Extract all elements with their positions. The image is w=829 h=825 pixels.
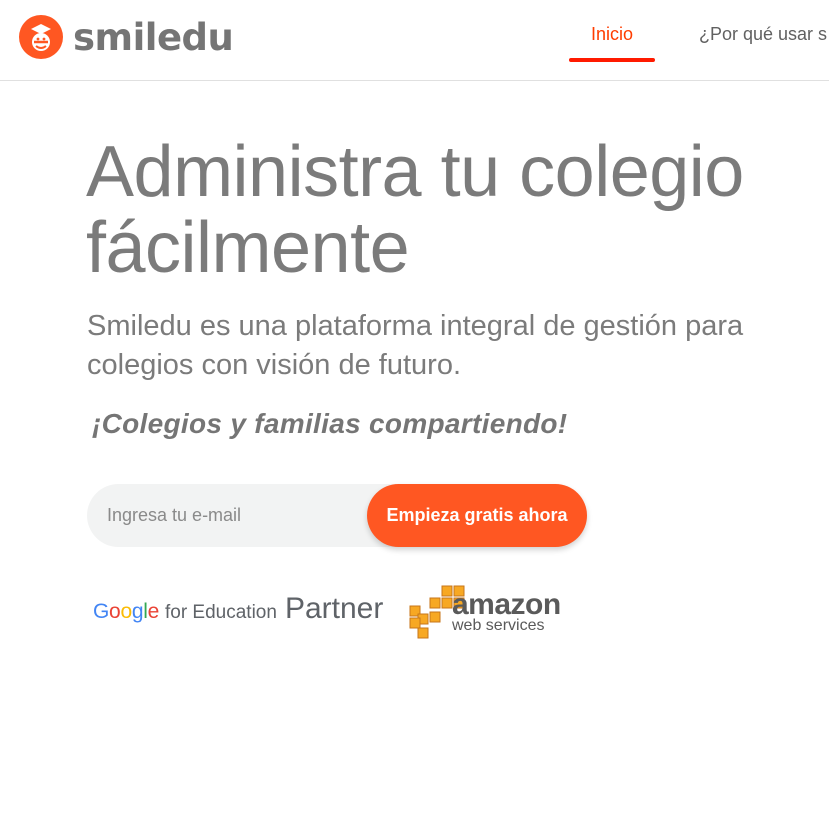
hero-title-line1: Administra tu colegio	[86, 132, 744, 212]
logo-text: smiledu	[73, 15, 234, 59]
start-free-button[interactable]: Empieza gratis ahora	[367, 484, 587, 547]
aws-amazon-text: amazon	[452, 588, 561, 621]
top-bar: smiledu Inicio ¿Por qué usar s	[0, 0, 829, 81]
hero-subtitle: Smiledu es una plataforma integral de ge…	[87, 307, 817, 385]
signup-form: Empieza gratis ahora	[87, 484, 587, 547]
google-for-education-partner-badge: Google for Education Partner	[93, 592, 383, 626]
nav-active-indicator	[569, 58, 655, 62]
partner-text: Partner	[284, 592, 384, 625]
nav-inicio[interactable]: Inicio	[569, 24, 655, 45]
smiledu-logo-icon	[19, 15, 63, 59]
nav-por-que-usar[interactable]: ¿Por qué usar s	[699, 24, 827, 45]
aws-webservices-text: web services	[452, 617, 545, 634]
hero-subtitle-line1: Smiledu es una plataforma integral de ge…	[87, 310, 744, 342]
logo[interactable]: smiledu	[19, 15, 234, 59]
hero-title: Administra tu colegio fácilmente	[86, 134, 826, 286]
hero-title-line2: fácilmente	[86, 208, 410, 288]
for-education-text: for Education	[164, 602, 277, 623]
google-wordmark: Google	[93, 600, 159, 623]
aws-badge: amazon web services	[408, 584, 561, 640]
aws-wordmark: amazon web services	[452, 590, 561, 634]
hero-subtitle-line2: colegios con visión de futuro.	[87, 349, 461, 381]
tagline: ¡Colegios y familias compartiendo!	[92, 408, 568, 439]
